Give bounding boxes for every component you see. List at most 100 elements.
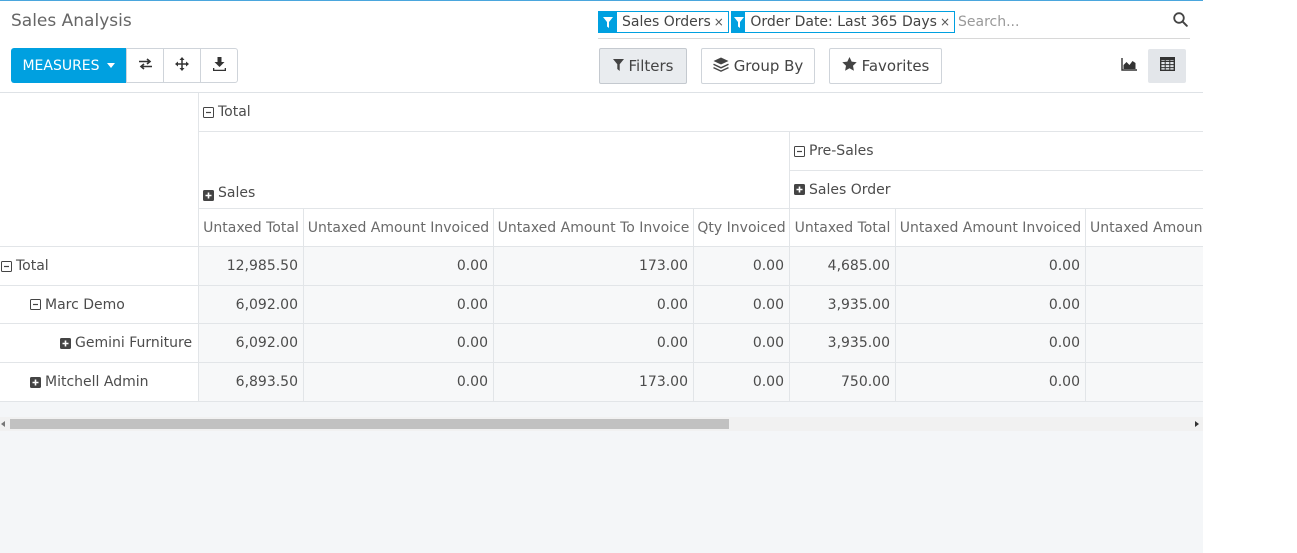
pivot-cell[interactable]: 173.00 [494,363,694,402]
pivot-cell[interactable]: 0.00 [896,286,1086,324]
pivot-cell[interactable]: 3,935.00 [790,286,896,324]
filters-label: Filters [628,57,674,75]
pivot-cell[interactable]: 0.00 [694,363,790,402]
row-label: Mitchell Admin [45,374,149,390]
pivot-cell[interactable] [1086,286,1203,324]
area-chart-icon [1121,57,1137,75]
measure-header[interactable]: Untaxed Total [790,209,896,247]
plus-square-icon [60,337,71,349]
pivot-cell[interactable]: 3,935.00 [790,324,896,363]
star-icon [841,57,857,75]
pivot-cell[interactable] [1086,324,1203,363]
search-facet-sales-orders: Sales Orders × [598,11,729,33]
col-header-label: Total [218,104,251,120]
search-input[interactable] [958,11,1158,33]
search-icon[interactable] [1173,12,1188,31]
search-bar[interactable]: Sales Orders × Order Date: Last 365 Days… [598,9,1190,39]
filter-icon [612,57,624,75]
pivot-cell[interactable]: 0.00 [494,286,694,324]
pivot-cell[interactable]: 0.00 [304,363,494,402]
download-icon [212,56,226,75]
pivot-cell[interactable]: 4,685.00 [790,247,896,286]
scroll-left-icon[interactable] [1,421,5,427]
plus-square-icon [203,190,214,201]
scroll-right-icon[interactable] [1195,421,1199,427]
favorites-label: Favorites [861,57,930,75]
minus-square-icon [1,260,12,272]
group-by-label: Group By [733,57,804,75]
measure-header[interactable]: Untaxed Amount Invoiced [896,209,1086,247]
pivot-cell[interactable] [1086,247,1203,286]
graph-view-button[interactable] [1110,49,1148,83]
measures-button[interactable]: MEASURES [11,48,126,83]
filter-icon [599,12,617,32]
page-title: Sales Analysis [11,11,132,31]
minus-square-icon [203,106,214,118]
favorites-button[interactable]: Favorites [829,48,942,84]
pivot-cell[interactable]: 0.00 [896,324,1086,363]
measure-header[interactable]: Untaxed Amount To Invoice [1086,209,1203,247]
pivot-cell[interactable]: 6,893.50 [199,363,304,402]
plus-square-icon [794,184,805,195]
pivot-cell[interactable]: 0.00 [304,324,494,363]
caret-down-icon [106,63,115,68]
pivot-cell[interactable]: 6,092.00 [199,286,304,324]
pivot-cell[interactable]: 750.00 [790,363,896,402]
minus-square-icon [794,145,805,157]
measure-header[interactable]: Untaxed Amount Invoiced [304,209,494,247]
pivot-view-button[interactable] [1148,49,1186,83]
flip-axis-button[interactable] [126,48,164,83]
exchange-icon [138,57,153,74]
expand-all-button[interactable] [163,48,201,83]
pivot-cell[interactable]: 173.00 [494,247,694,286]
group-by-button[interactable]: Group By [701,48,815,84]
pivot-cell[interactable]: 0.00 [694,324,790,363]
measure-header[interactable]: Qty Invoiced [694,209,790,247]
row-header-total[interactable]: Total [0,247,199,286]
col-header-sales-order[interactable]: Sales Order [790,171,1203,209]
pivot-cell[interactable]: 0.00 [494,324,694,363]
row-label: Total [16,258,49,274]
pivot-cell[interactable]: 0.00 [304,286,494,324]
pivot-cell[interactable]: 0.00 [896,247,1086,286]
pivot-corner [0,93,199,247]
col-header-presales[interactable]: Pre-Sales [790,132,1203,171]
col-header-label: Sales Order [809,181,891,198]
pivot-cell[interactable] [1086,363,1203,402]
pivot-cell[interactable]: 0.00 [304,247,494,286]
pivot-cell[interactable]: 0.00 [694,286,790,324]
download-button[interactable] [200,48,238,83]
pivot-cell[interactable]: 6,092.00 [199,324,304,363]
app-window: Sales Analysis Sales Orders × Order Date… [0,0,1203,553]
plus-square-icon [30,376,41,388]
facet-remove-button[interactable]: × [939,15,954,29]
pivot-cell[interactable]: 12,985.50 [199,247,304,286]
col-header-label: Pre-Sales [809,143,874,159]
pivot-cell[interactable]: 0.00 [896,363,1086,402]
filters-button[interactable]: Filters [599,48,687,84]
row-header-marc-demo[interactable]: Marc Demo [0,286,199,324]
layers-icon [712,57,729,76]
filter-icon [732,12,746,32]
row-header-gemini-furniture[interactable]: Gemini Furniture [0,324,199,363]
pivot-table: Total Sales Pre-Sales Sales Order Untaxe… [0,93,1203,402]
facet-label: Order Date: Last 365 Days [750,14,937,30]
col-header-total[interactable]: Total [199,93,1203,132]
row-header-mitchell-admin[interactable]: Mitchell Admin [0,363,199,402]
col-header-sales[interactable]: Sales [199,132,790,209]
measure-header[interactable]: Untaxed Amount To Invoice [494,209,694,247]
table-icon [1159,56,1175,75]
row-label: Marc Demo [45,296,125,313]
minus-square-icon [30,299,41,310]
scrollbar-thumb[interactable] [10,419,729,429]
horizontal-scrollbar[interactable] [0,417,1203,431]
arrows-icon [175,56,189,75]
pivot-cell[interactable]: 0.00 [694,247,790,286]
facet-remove-button[interactable]: × [713,15,728,29]
col-header-label: Sales [218,185,256,201]
facet-label: Sales Orders [622,14,711,30]
row-label: Gemini Furniture [75,335,193,351]
measure-header[interactable]: Untaxed Total [199,209,304,247]
control-panel: Sales Analysis Sales Orders × Order Date… [0,1,1203,93]
measures-label: MEASURES [22,57,100,74]
